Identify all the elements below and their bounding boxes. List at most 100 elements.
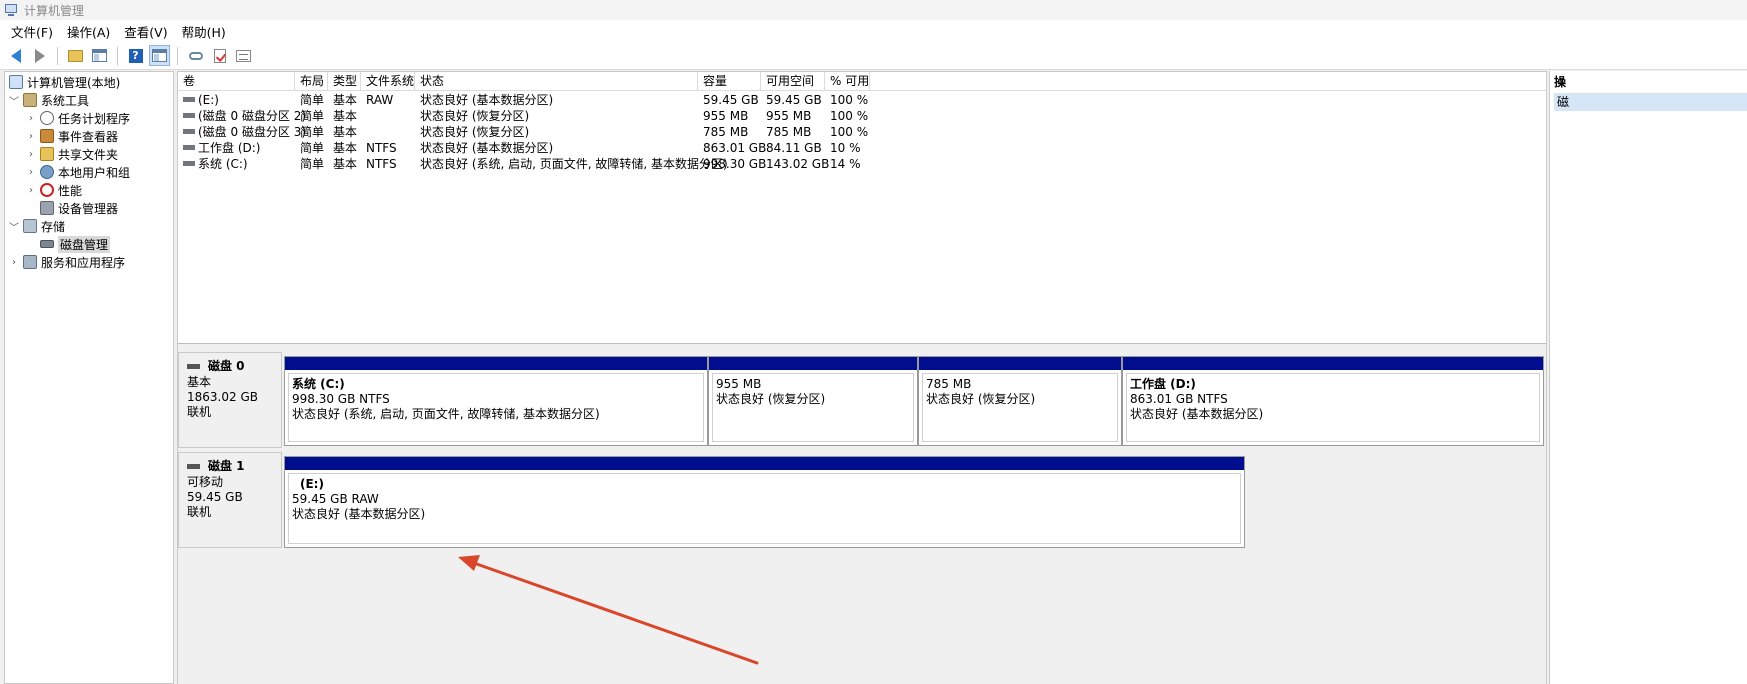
chevron-right-icon[interactable]: › xyxy=(26,131,36,142)
menu-help[interactable]: 帮助(H) xyxy=(175,22,233,41)
connect-button[interactable] xyxy=(185,45,206,66)
table-row[interactable]: (磁盘 0 磁盘分区 3) 简单 基本 状态良好 (恢复分区) 785 MB 7… xyxy=(178,124,1546,140)
connect-icon xyxy=(188,51,203,60)
cell-percent-free: 10 % xyxy=(830,141,861,155)
column-header-free-space[interactable]: 可用空间 xyxy=(761,72,825,91)
back-button[interactable] xyxy=(5,45,26,66)
forward-button[interactable] xyxy=(29,45,50,66)
list-button[interactable] xyxy=(233,45,254,66)
column-header-type[interactable]: 类型 xyxy=(328,72,361,91)
column-header-layout[interactable]: 布局 xyxy=(295,72,328,91)
cell-filesystem xyxy=(361,108,366,124)
check-button[interactable] xyxy=(209,45,230,66)
cell-status: 状态良好 (恢复分区) xyxy=(420,125,530,139)
tree-item-task-scheduler[interactable]: › 任务计划程序 xyxy=(26,109,130,127)
disk-1-info[interactable]: 磁盘 1 可移动 59.45 GB 联机 xyxy=(178,452,282,548)
drive-icon xyxy=(183,129,195,134)
disk-kind: 基本 xyxy=(187,375,212,389)
tree-item-disk-management[interactable]: 磁盘管理 xyxy=(26,235,111,253)
tree-item-label: 服务和应用程序 xyxy=(41,255,126,270)
chevron-down-icon[interactable]: ﹀ xyxy=(9,93,19,108)
partition-bar xyxy=(919,357,1121,370)
drive-icon xyxy=(183,113,195,118)
tree-item-storage[interactable]: ﹀ 存储 xyxy=(9,217,65,235)
chevron-right-icon[interactable]: › xyxy=(26,149,36,160)
tree-item-local-users[interactable]: › 本地用户和组 xyxy=(26,163,130,181)
back-icon xyxy=(10,48,21,63)
chevron-down-icon[interactable]: ﹀ xyxy=(9,219,19,234)
table-row[interactable]: (磁盘 0 磁盘分区 2) 简单 基本 状态良好 (恢复分区) 955 MB 9… xyxy=(178,108,1546,124)
partition-status: 状态良好 (恢复分区) xyxy=(926,392,1036,406)
partition-bar xyxy=(285,357,707,370)
tree-item-device-manager[interactable]: 设备管理器 xyxy=(26,199,118,217)
cell-volume: 系统 (C:) xyxy=(178,156,248,172)
table-row[interactable]: (E:) 简单 基本 RAW 状态良好 (基本数据分区) 59.45 GB 59… xyxy=(178,92,1546,108)
menu-action[interactable]: 操作(A) xyxy=(60,22,117,41)
column-header-status[interactable]: 状态 xyxy=(415,72,698,91)
menu-file[interactable]: 文件(F) xyxy=(4,22,60,41)
partition-d[interactable]: 工作盘 (D:) 863.01 GB NTFS 状态良好 (基本数据分区) xyxy=(1122,356,1544,446)
table-row[interactable]: 系统 (C:) 简单 基本 NTFS 状态良好 (系统, 启动, 页面文件, 故… xyxy=(178,156,1546,172)
tree-item-system-tools[interactable]: ﹀ 系统工具 xyxy=(9,91,89,109)
list-icon xyxy=(236,49,251,62)
help-icon: ? xyxy=(128,48,143,63)
cell-layout: 简单 xyxy=(300,93,325,107)
menu-view[interactable]: 查看(V) xyxy=(117,22,174,41)
partition-recovery-2[interactable]: 955 MB 状态良好 (恢复分区) xyxy=(708,356,918,446)
tree-item-label: 性能 xyxy=(58,183,83,198)
partition-bar xyxy=(709,357,917,370)
cell-filesystem xyxy=(361,124,366,140)
disk-state: 联机 xyxy=(187,405,212,419)
tree-root[interactable]: 计算机管理(本地) xyxy=(9,73,120,91)
volume-name: 工作盘 (D:) xyxy=(198,141,261,155)
event-viewer-icon xyxy=(40,129,54,143)
partition-body: 785 MB 状态良好 (恢复分区) xyxy=(922,373,1118,442)
partition-e[interactable]: (E:) 59.45 GB RAW 状态良好 (基本数据分区) xyxy=(284,456,1245,548)
cell-status: 状态良好 (基本数据分区) xyxy=(420,93,554,107)
chevron-right-icon[interactable]: › xyxy=(9,257,19,268)
tree-item-performance[interactable]: › 性能 xyxy=(26,181,82,199)
cell-capacity: 59.45 GB xyxy=(703,93,759,107)
chevron-right-icon[interactable]: › xyxy=(26,185,36,196)
table-row[interactable]: 工作盘 (D:) 简单 基本 NTFS 状态良好 (基本数据分区) 863.01… xyxy=(178,140,1546,156)
cell-type: 基本 xyxy=(333,141,358,155)
tree-item-label: 系统工具 xyxy=(41,93,90,108)
column-header-filesystem[interactable]: 文件系统 xyxy=(361,72,415,91)
tree-item-label: 设备管理器 xyxy=(58,201,119,216)
drive-icon xyxy=(183,97,195,102)
chevron-right-icon[interactable]: › xyxy=(26,167,36,178)
tree-item-services-apps[interactable]: › 服务和应用程序 xyxy=(9,253,125,271)
shared-folder-icon xyxy=(40,147,54,161)
menu-bar: 文件(F) 操作(A) 查看(V) 帮助(H) xyxy=(0,20,1747,42)
up-level-button[interactable] xyxy=(65,45,86,66)
tree-item-shared-folders[interactable]: › 共享文件夹 xyxy=(26,145,118,163)
cell-percent-free: 14 % xyxy=(830,157,861,171)
disk-title: 磁盘 0 xyxy=(187,359,281,374)
drive-icon xyxy=(183,161,195,166)
column-header-volume[interactable]: 卷 xyxy=(178,72,295,91)
column-header-percent-free[interactable]: % 可用 xyxy=(825,72,870,91)
partition-c[interactable]: 系统 (C:) 998.30 GB NTFS 状态良好 (系统, 启动, 页面文… xyxy=(284,356,708,446)
disk-icon xyxy=(187,364,200,369)
cell-free-space: 84.11 GB xyxy=(766,141,822,155)
partition-size: 863.01 GB NTFS xyxy=(1130,392,1228,406)
performance-icon xyxy=(40,183,54,197)
help-button[interactable]: ? xyxy=(125,45,146,66)
disk-0-info[interactable]: 磁盘 0 基本 1863.02 GB 联机 xyxy=(178,352,282,448)
properties-button[interactable] xyxy=(149,45,170,66)
cell-layout: 简单 xyxy=(300,157,325,171)
partition-recovery-3[interactable]: 785 MB 状态良好 (恢复分区) xyxy=(918,356,1122,446)
action-item-disk-management[interactable]: 磁 xyxy=(1554,93,1747,111)
show-hide-tree-button[interactable] xyxy=(89,45,110,66)
cell-free-space: 59.45 GB xyxy=(766,93,822,107)
disk-size: 1863.02 GB xyxy=(187,390,258,404)
cell-status: 状态良好 (基本数据分区) xyxy=(420,141,554,155)
cell-layout: 简单 xyxy=(300,109,325,123)
chevron-right-icon[interactable]: › xyxy=(26,113,36,124)
up-folder-icon xyxy=(68,49,83,62)
forward-icon xyxy=(34,48,45,63)
tree-item-event-viewer[interactable]: › 事件查看器 xyxy=(26,127,118,145)
column-header-capacity[interactable]: 容量 xyxy=(698,72,761,91)
cell-percent-free: 100 % xyxy=(830,93,869,107)
disk-kind: 可移动 xyxy=(187,475,224,489)
